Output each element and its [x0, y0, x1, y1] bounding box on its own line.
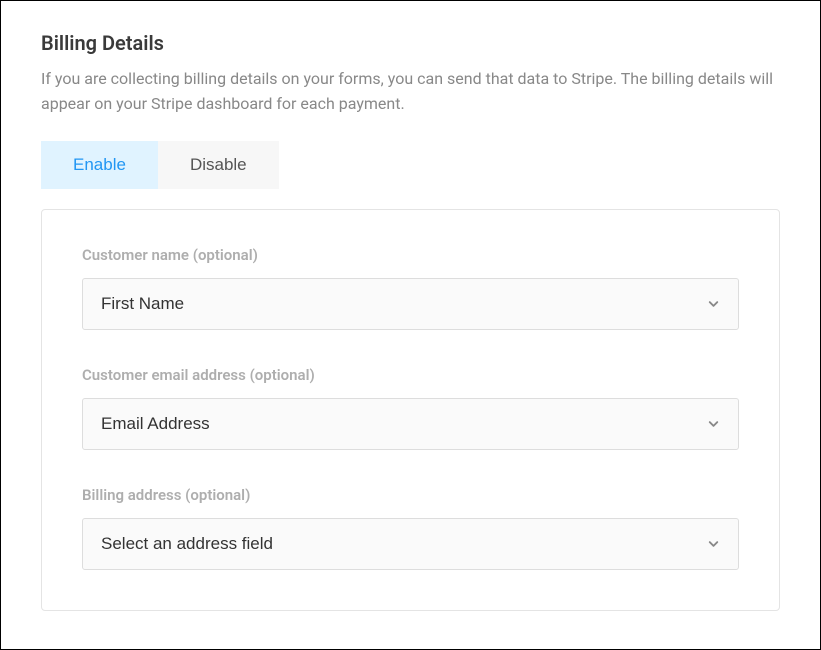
- billing-form-panel: Customer name (optional) First Name Cust…: [41, 209, 780, 611]
- customer-name-select-wrapper: First Name: [82, 278, 739, 330]
- section-description: If you are collecting billing details on…: [41, 67, 780, 117]
- customer-email-label: Customer email address (optional): [82, 366, 739, 384]
- section-title: Billing Details: [41, 31, 780, 55]
- customer-name-group: Customer name (optional) First Name: [82, 246, 739, 330]
- customer-email-select-wrapper: Email Address: [82, 398, 739, 450]
- customer-name-select[interactable]: First Name: [82, 278, 739, 330]
- enable-disable-toggle: Enable Disable: [41, 141, 780, 189]
- customer-email-select[interactable]: Email Address: [82, 398, 739, 450]
- customer-name-label: Customer name (optional): [82, 246, 739, 264]
- billing-address-group: Billing address (optional) Select an add…: [82, 486, 739, 570]
- billing-address-label: Billing address (optional): [82, 486, 739, 504]
- billing-address-select[interactable]: Select an address field: [82, 518, 739, 570]
- disable-button[interactable]: Disable: [158, 141, 279, 189]
- billing-details-section: Billing Details If you are collecting bi…: [0, 0, 821, 650]
- enable-button[interactable]: Enable: [41, 141, 158, 189]
- billing-address-select-wrapper: Select an address field: [82, 518, 739, 570]
- customer-email-group: Customer email address (optional) Email …: [82, 366, 739, 450]
